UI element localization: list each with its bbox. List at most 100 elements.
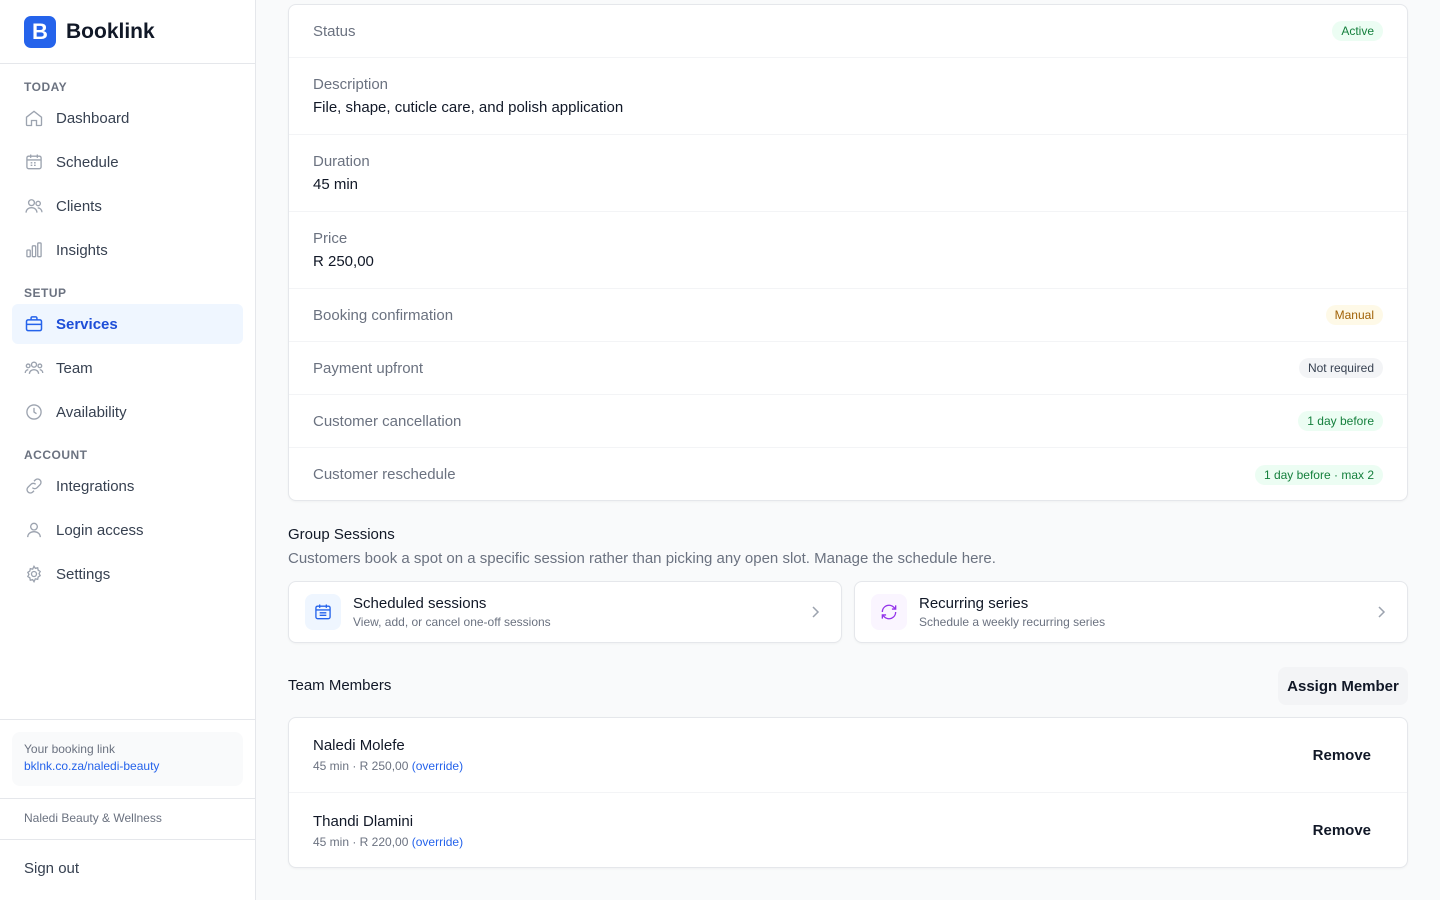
tile-title: Recurring series xyxy=(919,595,1029,612)
tile-title: Scheduled sessions xyxy=(353,595,487,612)
remove-button[interactable]: Remove xyxy=(1313,822,1371,839)
sign-out-button[interactable]: Sign out xyxy=(24,860,79,877)
sidebar-nav: TODAY Dashboard Schedule Clients Insight… xyxy=(0,64,255,594)
payment-badge: Not required xyxy=(1298,358,1383,378)
confirmation-badge: Manual xyxy=(1325,305,1383,325)
sidebar-item-insights[interactable]: Insights xyxy=(12,230,243,270)
member-info: Naledi Molefe 45 min · R 250,00 (overrid… xyxy=(313,737,463,773)
refresh-icon xyxy=(871,594,907,630)
divider xyxy=(0,839,256,840)
home-icon xyxy=(24,108,44,128)
detail-row-price: Price R 250,00 xyxy=(289,212,1407,289)
sidebar-item-clients[interactable]: Clients xyxy=(12,186,243,226)
tile-text: Recurring series Schedule a weekly recur… xyxy=(919,595,1105,629)
detail-value: 45 min xyxy=(313,176,359,193)
sidebar-item-label: Schedule xyxy=(56,153,119,171)
business-name: Naledi Beauty & Wellness xyxy=(24,811,162,825)
sidebar-item-label: Services xyxy=(56,315,118,333)
divider xyxy=(0,798,256,799)
recurring-series-tile[interactable]: Recurring series Schedule a weekly recur… xyxy=(854,581,1408,643)
sidebar-item-label: Insights xyxy=(56,241,108,259)
sidebar-item-dashboard[interactable]: Dashboard xyxy=(12,98,243,138)
sidebar-item-team[interactable]: Team xyxy=(12,348,243,388)
nav-section-today: TODAY xyxy=(24,80,68,94)
sidebar-item-label: Integrations xyxy=(56,477,135,495)
detail-row-status: Status Active xyxy=(289,5,1407,58)
service-details-card: Status Active Description File, shape, c… xyxy=(288,4,1408,501)
sidebar: B Booklink TODAY Dashboard Schedule Clie… xyxy=(0,0,256,900)
detail-label: Customer cancellation xyxy=(313,412,462,430)
group-sessions-description: Customers book a spot on a specific sess… xyxy=(288,550,996,567)
member-meta-text: 45 min · R 250,00 xyxy=(313,759,409,773)
list-item: Naledi Molefe 45 min · R 250,00 (overrid… xyxy=(289,718,1407,793)
member-meta: 45 min · R 220,00 (override) xyxy=(313,835,463,849)
bar-chart-icon xyxy=(24,240,44,260)
calendar-icon xyxy=(305,594,341,630)
gear-icon xyxy=(24,564,44,584)
override-link[interactable]: (override) xyxy=(412,759,463,773)
sidebar-item-label: Team xyxy=(56,359,93,377)
remove-button[interactable]: Remove xyxy=(1313,747,1371,764)
detail-label: Customer reschedule xyxy=(313,466,456,483)
member-name: Thandi Dlamini xyxy=(313,812,414,830)
assign-member-button[interactable]: Assign Member xyxy=(1278,667,1408,705)
team-members-list: Naledi Molefe 45 min · R 250,00 (overrid… xyxy=(288,717,1408,868)
chevron-right-icon xyxy=(1378,606,1386,618)
sidebar-item-label: Settings xyxy=(56,565,111,583)
tile-text: Scheduled sessions View, add, or cancel … xyxy=(353,595,551,629)
tile-subtitle: Schedule a weekly recurring series xyxy=(919,615,1106,629)
detail-row-description: Description File, shape, cuticle care, a… xyxy=(289,58,1407,135)
divider xyxy=(0,719,256,720)
detail-label: Booking confirmation xyxy=(313,306,454,324)
detail-label: Description xyxy=(313,76,389,93)
sidebar-item-login-access[interactable]: Login access xyxy=(12,510,243,550)
detail-label: Payment upfront xyxy=(313,359,424,377)
team-members-title: Team Members xyxy=(288,677,392,694)
brand-logo: B xyxy=(24,15,56,48)
sidebar-item-settings[interactable]: Settings xyxy=(12,554,243,594)
group-sessions-title: Group Sessions xyxy=(288,526,395,543)
briefcase-icon xyxy=(24,314,44,334)
tile-subtitle: View, add, or cancel one-off sessions xyxy=(353,615,551,629)
detail-value: File, shape, cuticle care, and polish ap… xyxy=(313,99,624,116)
user-icon xyxy=(24,520,44,540)
nav-section-account: ACCOUNT xyxy=(24,448,88,462)
detail-value: R 250,00 xyxy=(313,253,374,270)
scheduled-sessions-tile[interactable]: Scheduled sessions View, add, or cancel … xyxy=(288,581,842,643)
detail-label: Duration xyxy=(313,153,370,170)
brand[interactable]: B Booklink xyxy=(0,0,255,64)
member-name: Naledi Molefe xyxy=(313,737,405,754)
sidebar-item-label: Clients xyxy=(56,197,102,215)
detail-row-cancellation: Customer cancellation 1 day before xyxy=(289,395,1407,448)
detail-row-confirmation: Booking confirmation Manual xyxy=(289,289,1407,342)
team-icon xyxy=(24,358,44,378)
detail-label: Price xyxy=(313,230,348,247)
member-meta: 45 min · R 250,00 (override) xyxy=(313,759,463,773)
sidebar-item-label: Dashboard xyxy=(56,109,130,127)
list-item: Thandi Dlamini 45 min · R 220,00 (overri… xyxy=(289,793,1407,868)
sidebar-item-availability[interactable]: Availability xyxy=(12,392,243,432)
chevron-right-icon xyxy=(812,606,820,618)
detail-row-payment: Payment upfront Not required xyxy=(289,342,1407,395)
sidebar-item-integrations[interactable]: Integrations xyxy=(12,466,243,506)
sidebar-item-schedule[interactable]: Schedule xyxy=(12,142,243,182)
clock-icon xyxy=(24,402,44,422)
member-meta-text: 45 min · R 220,00 xyxy=(313,834,409,849)
users-icon xyxy=(24,196,44,216)
cancellation-badge: 1 day before xyxy=(1298,411,1383,431)
sidebar-item-label: Availability xyxy=(56,403,127,421)
nav-section-setup: SETUP xyxy=(24,286,67,300)
detail-label: Status xyxy=(313,22,356,40)
link-icon xyxy=(24,476,44,496)
booking-link-box: Your booking link bklnk.co.za/naledi-bea… xyxy=(12,732,243,786)
status-badge: Active xyxy=(1332,21,1383,41)
detail-row-reschedule: Customer reschedule 1 day before · max 2 xyxy=(289,448,1407,501)
detail-row-duration: Duration 45 min xyxy=(289,135,1407,212)
sidebar-item-label: Login access xyxy=(56,521,144,539)
booking-link-label: Your booking link xyxy=(24,742,115,756)
sidebar-item-services[interactable]: Services xyxy=(12,304,243,344)
booking-link[interactable]: bklnk.co.za/naledi-beauty xyxy=(24,759,231,773)
brand-name: Booklink xyxy=(66,19,155,43)
override-link[interactable]: (override) xyxy=(412,835,463,849)
member-info: Thandi Dlamini 45 min · R 220,00 (overri… xyxy=(313,813,463,849)
